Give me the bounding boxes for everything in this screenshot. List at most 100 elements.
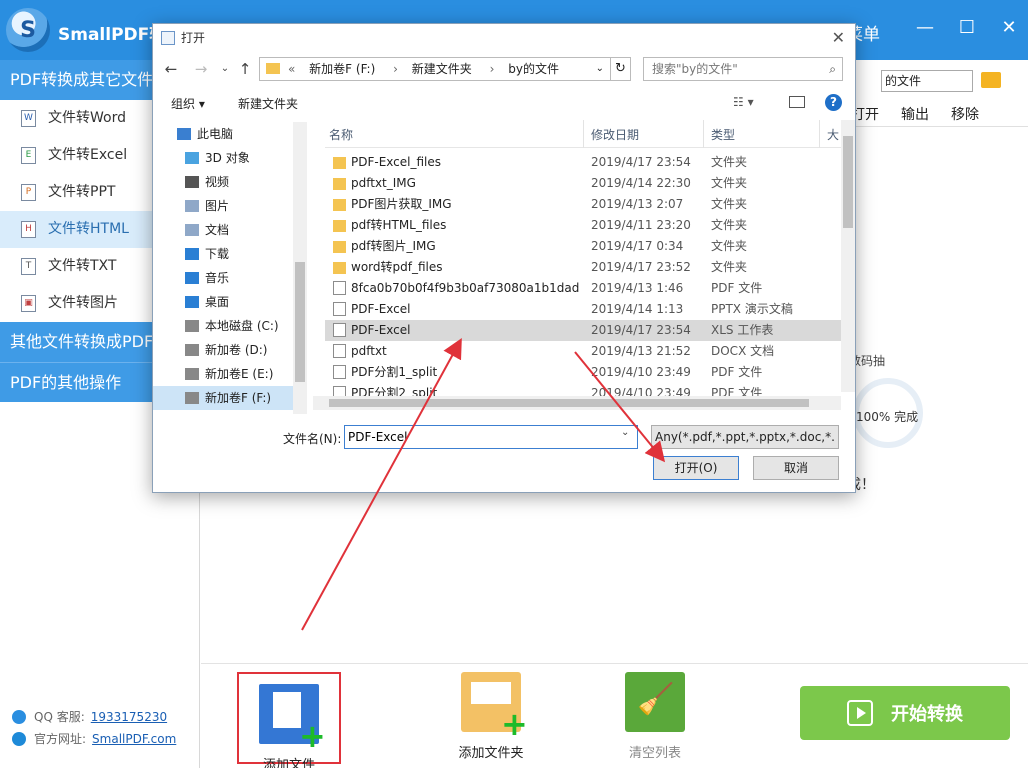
remove-column-button[interactable]: 移除 [951, 104, 979, 124]
view-options-icon[interactable]: ☷ ▾ [733, 95, 754, 109]
filename-input[interactable] [344, 425, 638, 449]
output-path-field[interactable]: 的文件 [881, 70, 973, 92]
nav-item[interactable]: 文档 [153, 218, 307, 242]
nav-item[interactable]: 新加卷E (E:) [153, 362, 307, 386]
column-divider[interactable] [703, 120, 704, 148]
maximize-button[interactable]: ☐ [952, 14, 982, 40]
file-date: 2019/4/13 2:07 [591, 197, 684, 211]
file-row[interactable]: pdftxt_IMG 2019/4/14 22:30 文件夹 [325, 173, 841, 194]
file-list-vscrollbar[interactable] [841, 120, 855, 392]
file-row[interactable]: 8fca0b70b0f4f9b3b0af73080a1b1dad 2019/4/1… [325, 278, 841, 299]
nav-item-label: 文档 [205, 223, 230, 237]
document-icon [333, 323, 346, 337]
excel-file-icon: E [21, 147, 36, 164]
file-row[interactable]: pdf转HTML_files 2019/4/11 23:20 文件夹 [325, 215, 841, 236]
file-row[interactable]: PDF图片获取_IMG 2019/4/13 2:07 文件夹 [325, 194, 841, 215]
file-row[interactable]: PDF-Excel 2019/4/14 1:13 PPTX 演示文稿 [325, 299, 841, 320]
filetype-select[interactable]: Any(*.pdf,*.ppt,*.pptx,*.doc,*. [651, 425, 839, 449]
refresh-icon[interactable]: ↻ [611, 57, 631, 81]
file-name: PDF-Excel [351, 302, 411, 316]
column-divider[interactable] [583, 120, 584, 148]
search-input[interactable]: 搜索"by的文件" ⌕ [643, 57, 843, 81]
file-type: 文件夹 [711, 218, 748, 232]
file-row[interactable]: pdf转图片_IMG 2019/4/17 0:34 文件夹 [325, 236, 841, 257]
address-bar[interactable]: « 新加卷F (F:) › 新建文件夹 › by的文件 ⌄ [259, 57, 611, 81]
chevron-down-icon[interactable]: ⌄ [621, 427, 629, 438]
qq-number-link[interactable]: 1933175230 [91, 706, 167, 728]
breadcrumb-drive[interactable]: 新加卷F (F:) [309, 62, 375, 76]
file-row[interactable]: pdftxt 2019/4/13 21:52 DOCX 文档 [325, 341, 841, 362]
nav-item[interactable]: 桌面 [153, 290, 307, 314]
nav-item[interactable]: 本地磁盘 (C:) [153, 314, 307, 338]
start-convert-label: 开始转换 [891, 704, 963, 725]
scrollbar-thumb[interactable] [295, 262, 305, 382]
nav-item-label: 音乐 [205, 271, 230, 285]
drive-icon [185, 392, 199, 404]
file-row[interactable]: PDF-Excel 2019/4/17 23:54 XLS 工作表 [325, 320, 841, 341]
organize-menu[interactable]: 组织 ▾ [171, 95, 205, 112]
nav-item[interactable]: 新加卷 (D:) [153, 338, 307, 362]
file-name: PDF-Excel_files [351, 155, 442, 169]
dialog-title-icon [161, 31, 175, 45]
file-name: pdftxt [351, 344, 387, 358]
file-list-hscrollbar[interactable] [313, 396, 841, 410]
site-url-link[interactable]: SmallPDF.com [92, 728, 176, 750]
folder-icon [333, 178, 346, 190]
folder-icon [333, 157, 346, 169]
sidebar-item-label: 文件转TXT [48, 258, 117, 274]
scrollbar-thumb[interactable] [843, 136, 853, 228]
file-row[interactable]: word转pdf_files 2019/4/17 23:52 文件夹 [325, 257, 841, 278]
column-header-size[interactable]: 大 [827, 126, 839, 143]
folder-icon[interactable] [981, 72, 1001, 88]
nav-item[interactable]: 图片 [153, 194, 307, 218]
breadcrumb-overflow[interactable]: « [288, 62, 295, 76]
column-header-name[interactable]: 名称 [329, 126, 353, 143]
column-divider[interactable] [819, 120, 820, 148]
help-icon[interactable]: ? [825, 94, 842, 111]
nav-item[interactable]: 新加卷F (F:) [153, 386, 307, 410]
sidebar-item-label: 文件转Excel [48, 147, 128, 163]
nav-item[interactable]: 下载 [153, 242, 307, 266]
breadcrumb-current[interactable]: by的文件 [508, 62, 559, 76]
column-header-type[interactable]: 类型 [711, 126, 735, 143]
nav-item[interactable]: 视频 [153, 170, 307, 194]
start-convert-button[interactable]: 开始转换 [800, 686, 1010, 740]
breadcrumb-separator[interactable]: › [393, 62, 398, 76]
add-folder-button[interactable]: + 添加文件夹 [439, 672, 543, 761]
file-name: pdf转HTML_files [351, 218, 447, 232]
back-arrow-icon[interactable]: ← [161, 58, 181, 80]
chevron-down-icon[interactable]: ⌄ [215, 58, 235, 80]
output-column-button[interactable]: 输出 [901, 104, 929, 124]
clear-list-button[interactable]: 清空列表 [603, 672, 707, 761]
file-row[interactable]: PDF-Excel_files 2019/4/17 23:54 文件夹 [325, 152, 841, 173]
file-date: 2019/4/10 23:49 [591, 365, 691, 379]
cancel-button[interactable]: 取消 [753, 456, 839, 480]
nav-scrollbar[interactable] [293, 122, 307, 414]
open-button[interactable]: 打开(O) [653, 456, 739, 480]
preview-pane-icon[interactable] [789, 96, 805, 108]
up-arrow-icon[interactable]: ↑ [235, 58, 255, 80]
nav-item-label: 图片 [205, 199, 230, 213]
nav-item[interactable]: 音乐 [153, 266, 307, 290]
forward-arrow-icon[interactable]: → [191, 58, 211, 80]
new-folder-button[interactable]: 新建文件夹 [238, 95, 298, 112]
file-date: 2019/4/17 23:54 [591, 155, 691, 169]
app-logo: S [6, 8, 50, 52]
breadcrumb-folder[interactable]: 新建文件夹 [412, 62, 472, 76]
add-file-button[interactable]: + 添加文件 [237, 672, 341, 768]
column-header-date[interactable]: 修改日期 [591, 126, 639, 143]
document-icon [333, 365, 346, 379]
qq-label: QQ 客服: [34, 710, 85, 724]
breadcrumb-separator[interactable]: › [490, 62, 495, 76]
minimize-button[interactable]: — [910, 14, 940, 40]
dialog-close-button[interactable]: ✕ [832, 24, 845, 52]
close-button[interactable]: ✕ [994, 14, 1024, 40]
nav-item[interactable]: 3D 对象 [153, 146, 307, 170]
drive-icon [185, 368, 199, 380]
scrollbar-thumb[interactable] [329, 399, 809, 407]
open-file-dialog: 打开 ✕ ← → ⌄ ↑ « 新加卷F (F:) › 新建文件夹 › by的文件… [152, 23, 856, 493]
chevron-down-icon[interactable]: ⌄ [596, 58, 604, 80]
nav-item[interactable]: 此电脑 [153, 122, 307, 146]
file-row[interactable]: PDF分割1_split 2019/4/10 23:49 PDF 文件 [325, 362, 841, 383]
file-type: PDF 文件 [711, 365, 763, 379]
